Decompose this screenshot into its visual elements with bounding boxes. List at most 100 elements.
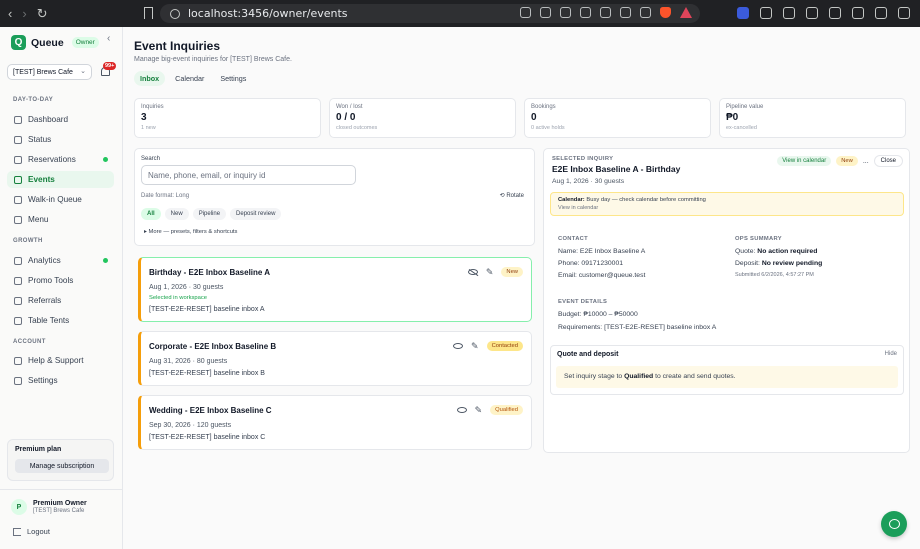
section-day-to-day: DAY-TO-DAY xyxy=(13,97,54,103)
site-info-icon[interactable] xyxy=(170,8,180,19)
brave-shield-icon[interactable] xyxy=(660,7,671,18)
share-icon[interactable] xyxy=(620,7,631,18)
reload-icon[interactable]: ↻ xyxy=(37,7,48,20)
section-account: ACCOUNT xyxy=(13,339,46,345)
quote-deposit-section: Quote and deposit Hide Set inquiry stage… xyxy=(550,345,904,395)
inquiry-card[interactable]: Wedding - E2E Inbox Baseline C ✎ Qualifi… xyxy=(138,395,532,450)
sidebar-item-table-tents[interactable]: Table Tents xyxy=(7,312,114,329)
extension-icon[interactable] xyxy=(760,7,772,19)
rotate-button[interactable]: ⟲ Rotate xyxy=(500,192,524,199)
tab-settings[interactable]: Settings xyxy=(214,71,252,86)
hide-button[interactable]: Hide xyxy=(885,351,897,357)
sidebar-item-status[interactable]: Status xyxy=(7,131,114,148)
wallet-icon[interactable] xyxy=(829,7,841,19)
more-actions-button[interactable]: ... xyxy=(863,158,869,165)
inquiry-card[interactable]: Corporate - E2E Inbox Baseline B ✎ Conta… xyxy=(138,331,532,386)
search-input[interactable] xyxy=(141,165,356,185)
view-in-calendar-button[interactable]: View in calendar xyxy=(777,156,832,166)
extension-icon[interactable] xyxy=(737,7,749,19)
back-icon[interactable]: ‹ xyxy=(8,7,12,20)
logout-icon xyxy=(13,527,21,536)
inquiry-card[interactable]: Birthday - E2E Inbox Baseline A ✎ New Au… xyxy=(138,257,532,322)
pencil-icon[interactable]: ✎ xyxy=(471,341,479,351)
leo-icon[interactable] xyxy=(852,7,864,19)
rotate-label: Rotate xyxy=(506,193,524,199)
sidebar-item-reservations[interactable]: Reservations xyxy=(7,151,114,168)
vpn-icon[interactable] xyxy=(875,7,887,19)
forward-icon[interactable]: › xyxy=(22,7,26,20)
star-icon[interactable] xyxy=(640,7,651,18)
inquiry-details: Sep 30, 2026 · 120 guests xyxy=(149,422,232,429)
alert-message: Busy day — check calendar before committ… xyxy=(586,197,706,203)
status-badge: New xyxy=(836,156,858,166)
stat-value: 0 xyxy=(531,112,537,123)
sidebar-item-dashboard[interactable]: Dashboard xyxy=(7,111,114,128)
sidebar-item-promo-tools[interactable]: Promo Tools xyxy=(7,272,114,289)
inquiry-detail-panel: SELECTED INQUIRY E2E Inbox Baseline A - … xyxy=(543,148,910,453)
tab-calendar[interactable]: Calendar xyxy=(169,71,210,86)
inquiry-note: [TEST-E2E-RESET] baseline inbox A xyxy=(149,306,265,313)
eye-icon[interactable] xyxy=(456,407,467,413)
tracking-icon[interactable] xyxy=(520,7,531,18)
sidebar-item-analytics[interactable]: Analytics xyxy=(7,252,114,269)
submitted-timestamp: Submitted 6/2/2026, 4:57:27 PM xyxy=(735,272,814,278)
zoom-icon[interactable] xyxy=(600,7,611,18)
address-bar[interactable]: localhost:3456/owner/events xyxy=(160,4,700,23)
eye-off-icon[interactable] xyxy=(467,269,478,275)
sidebar-item-label: Walk-in Queue xyxy=(28,195,82,204)
stat-label: Pipeline value xyxy=(726,104,764,110)
events-icon xyxy=(14,175,22,184)
collapse-sidebar-icon[interactable]: ‹ xyxy=(107,33,110,44)
puzzle-icon[interactable] xyxy=(783,7,795,19)
tab-inbox[interactable]: Inbox xyxy=(134,71,166,86)
more-filters-toggle[interactable]: ▸ More — presets, filters & shortcuts xyxy=(144,229,237,235)
sidebar-item-menu[interactable]: Menu xyxy=(7,211,114,228)
sidebar-item-events[interactable]: Events xyxy=(7,171,114,188)
sidebar-toggle-icon[interactable] xyxy=(806,7,818,19)
promo-icon xyxy=(14,276,22,285)
inquiry-note: [TEST-E2E-RESET] baseline inbox B xyxy=(149,370,265,377)
ops-quote: Quote: No action required xyxy=(735,248,817,255)
brave-rewards-icon[interactable] xyxy=(680,7,692,18)
user-profile[interactable]: P Premium Owner [TEST] Brews Cafe xyxy=(11,499,87,515)
ops-deposit-key: Deposit: xyxy=(735,260,760,267)
view-in-calendar-link[interactable]: View in calendar xyxy=(558,205,896,211)
filter-chip-all[interactable]: All xyxy=(141,208,161,220)
pencil-icon[interactable]: ✎ xyxy=(475,405,483,415)
close-button[interactable]: Close xyxy=(873,155,903,167)
table-tent-icon xyxy=(14,316,22,325)
eye-icon[interactable] xyxy=(453,343,464,349)
premium-plan-card: Premium plan Manage subscription xyxy=(7,439,114,481)
ops-deposit: Deposit: No review pending xyxy=(735,260,822,267)
stat-subtext: 0 active holds xyxy=(531,125,565,131)
url-text[interactable]: localhost:3456/owner/events xyxy=(188,7,348,20)
key-icon[interactable] xyxy=(580,7,591,18)
cast-icon[interactable] xyxy=(560,7,571,18)
date-format-label[interactable]: Date format: Long xyxy=(141,193,189,199)
sidebar-item-settings[interactable]: Settings xyxy=(7,372,114,389)
workspace-name: [TEST] Brews Cafe xyxy=(13,68,73,76)
filter-chip-new[interactable]: New xyxy=(164,208,189,220)
quote-message-part: to create and send quotes. xyxy=(655,373,736,380)
sidebar-item-referrals[interactable]: Referrals xyxy=(7,292,114,309)
sidebar-item-label: Help & Support xyxy=(28,356,84,365)
sidebar-item-help-support[interactable]: Help & Support xyxy=(7,352,114,369)
menu-icon[interactable] xyxy=(898,7,910,19)
ops-deposit-value: No review pending xyxy=(761,260,823,267)
logout-button[interactable]: Logout xyxy=(13,527,50,536)
bookmark-icon[interactable] xyxy=(144,7,153,19)
filter-chip-pipeline[interactable]: Pipeline xyxy=(192,208,227,220)
manage-subscription-button[interactable]: Manage subscription xyxy=(15,459,109,473)
inquiry-details: Aug 1, 2026 · 30 guests xyxy=(149,284,224,291)
page-subtitle: Manage big-event inquiries for [TEST] Br… xyxy=(134,56,292,63)
brand[interactable]: Q Queue Owner xyxy=(11,35,99,50)
chat-button[interactable] xyxy=(881,511,907,537)
sidebar-item-walk-in-queue[interactable]: Walk-in Queue xyxy=(7,191,114,208)
performance-icon[interactable] xyxy=(540,7,551,18)
pencil-icon[interactable]: ✎ xyxy=(486,267,494,277)
avatar: P xyxy=(11,499,27,515)
event-details-label: EVENT DETAILS xyxy=(558,299,608,305)
workspace-select[interactable]: [TEST] Brews Cafe ⌄ xyxy=(7,64,92,80)
sidebar-item-label: Status xyxy=(28,135,52,144)
filter-chip-deposit-review[interactable]: Deposit review xyxy=(230,208,282,220)
